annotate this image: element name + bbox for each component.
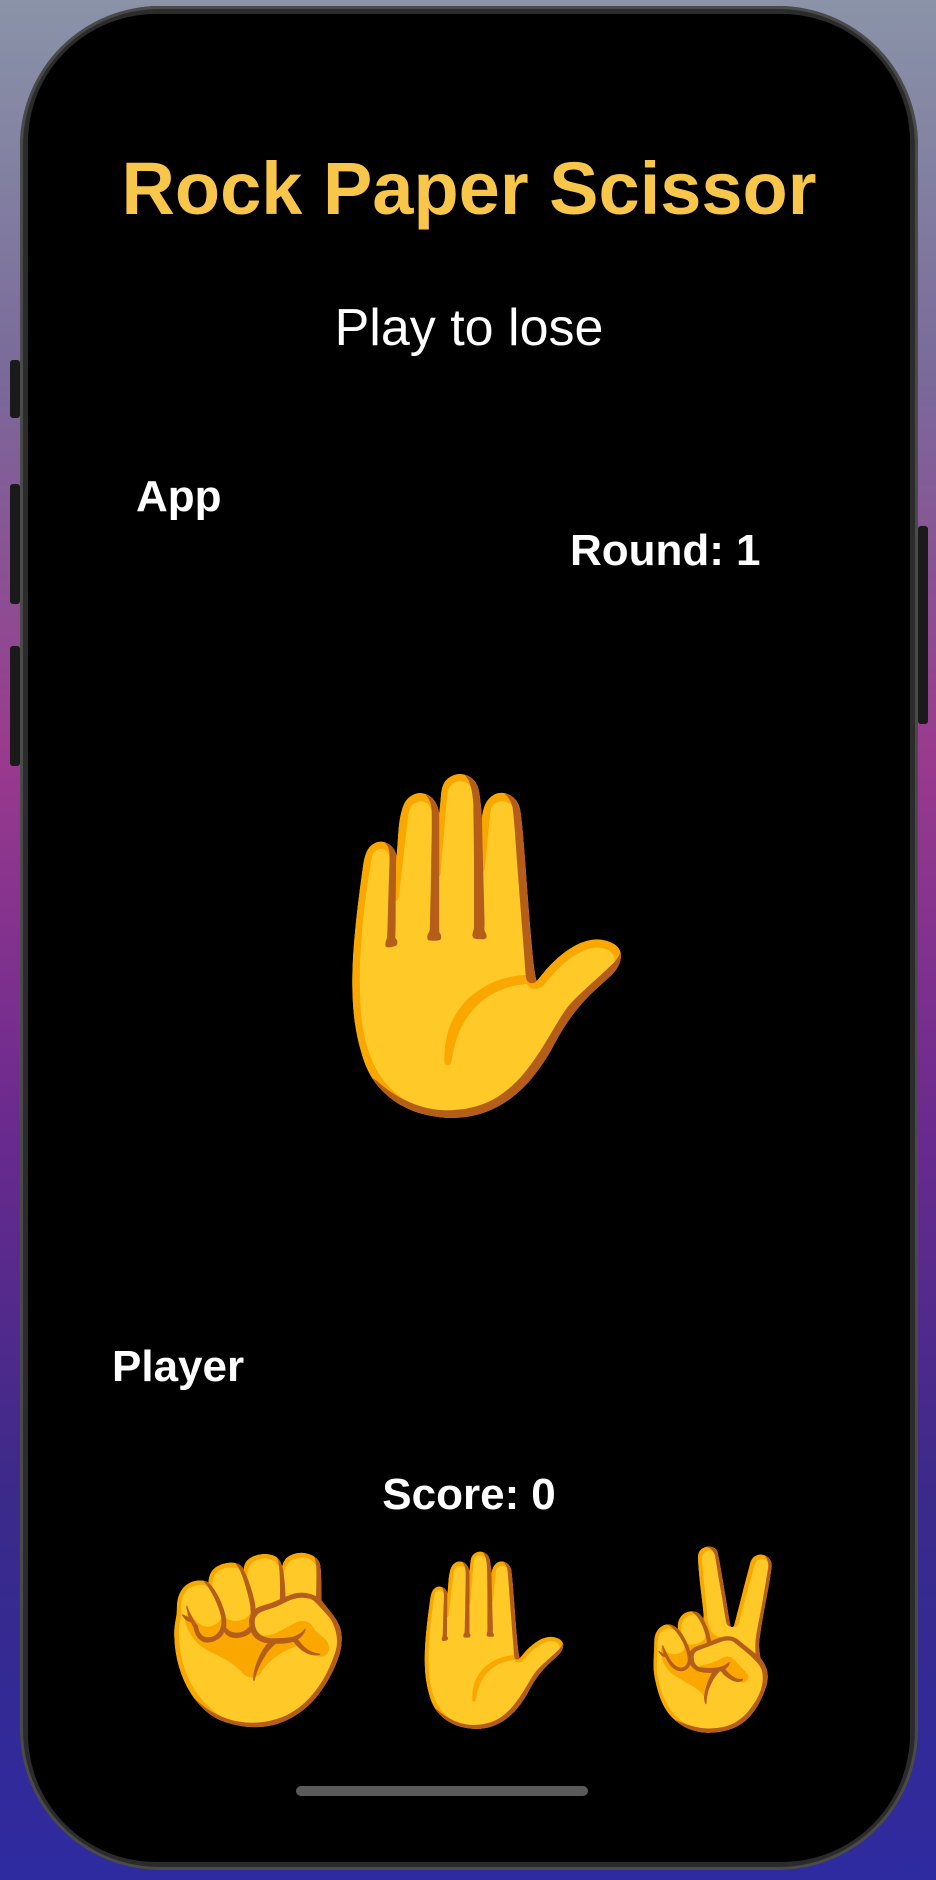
app-label: App bbox=[136, 472, 222, 521]
score-indicator: Score: 0 bbox=[28, 1468, 910, 1522]
player-choices: ✊ ✋ ✌️ bbox=[28, 1540, 910, 1740]
power-button bbox=[918, 526, 928, 724]
app-title: Rock Paper Scissor bbox=[121, 147, 817, 230]
home-indicator[interactable] bbox=[296, 1786, 588, 1796]
player-label: Player bbox=[112, 1342, 245, 1391]
game-mode-subtitle: Play to lose bbox=[334, 299, 604, 357]
score-label: Score: bbox=[382, 1470, 520, 1519]
round-value: 1 bbox=[735, 526, 761, 575]
scissors-button[interactable]: ✌️ bbox=[607, 1540, 819, 1740]
rock-button[interactable]: ✊ bbox=[151, 1540, 363, 1740]
round-indicator: Round: 1 bbox=[570, 524, 760, 578]
app-screen: Rock Paper Scissor Play to lose App Roun… bbox=[28, 14, 910, 1862]
score-value: 0 bbox=[531, 1470, 556, 1519]
paper-button[interactable]: ✋ bbox=[379, 1540, 591, 1740]
silent-switch bbox=[10, 360, 20, 418]
volume-down-button bbox=[10, 646, 20, 766]
app-choice-hand-icon: ✋ bbox=[263, 759, 675, 1128]
round-label: Round: bbox=[570, 526, 724, 575]
volume-up-button bbox=[10, 484, 20, 604]
